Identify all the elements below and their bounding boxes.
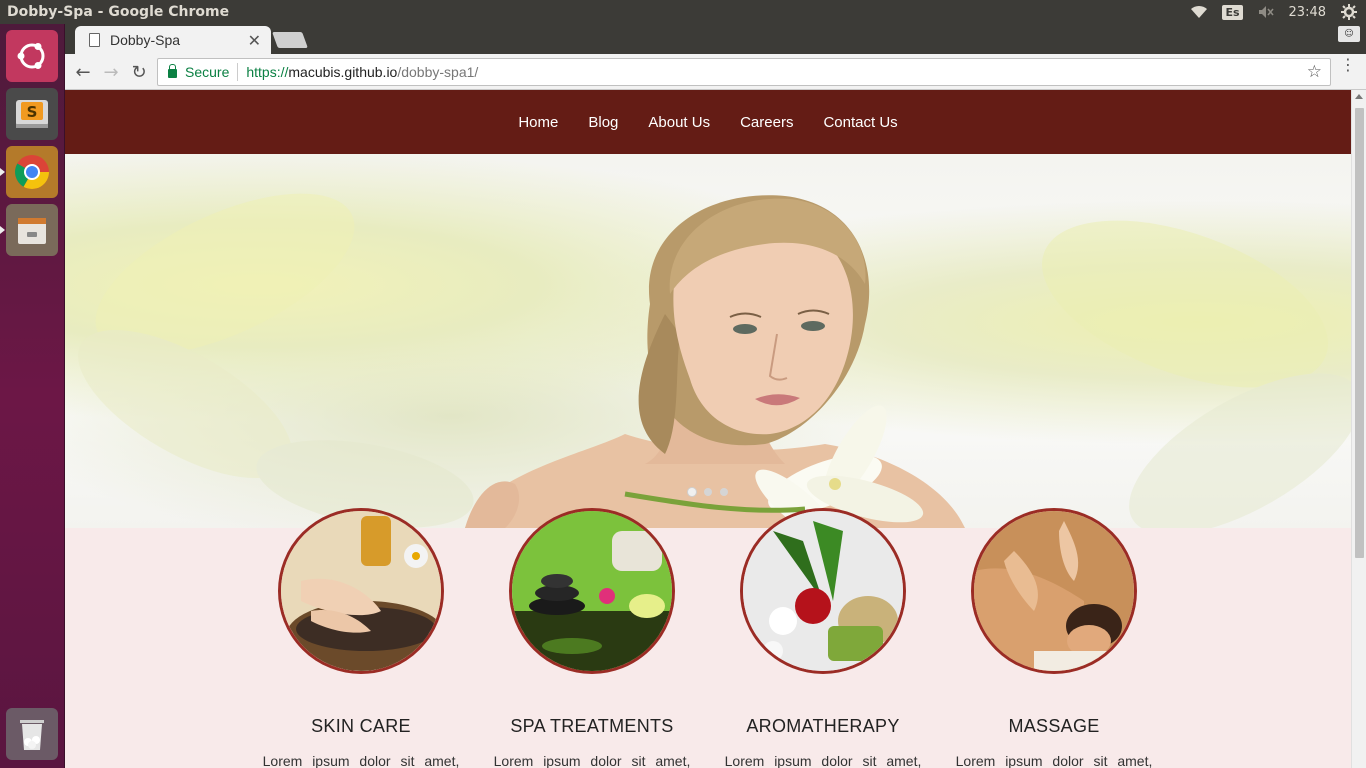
url-scheme: https://	[246, 64, 289, 80]
profile-icon[interactable]: ☺	[1338, 26, 1360, 42]
reload-icon[interactable]: ↻	[127, 60, 151, 84]
service-massage: MASSAGE Lorem ipsum dolor sit amet,	[954, 508, 1154, 768]
nav-about-us[interactable]: About Us	[648, 114, 710, 131]
page-scrollbar[interactable]	[1351, 90, 1366, 768]
new-tab-button[interactable]	[272, 32, 308, 48]
trash-icon[interactable]	[6, 708, 58, 760]
page-viewport: Home Blog About Us Careers Contact Us SK…	[65, 90, 1366, 768]
url-host: macubis.github.io	[288, 64, 398, 80]
ubuntu-dash-icon[interactable]	[6, 30, 58, 82]
tab-title: Dobby-Spa	[110, 32, 181, 48]
scrollbar-thumb[interactable]	[1355, 108, 1364, 558]
nav-careers[interactable]: Careers	[740, 114, 793, 131]
running-indicator	[0, 226, 5, 234]
carousel-dot[interactable]	[704, 488, 712, 496]
browser-tab[interactable]: Dobby-Spa ✕	[75, 26, 271, 54]
system-top-panel: Dobby-Spa - Google Chrome Es 23:48	[0, 0, 1366, 24]
service-skin-care: SKIN CARE Lorem ipsum dolor sit amet,	[261, 508, 461, 768]
service-image-skin-care[interactable]	[278, 508, 444, 674]
sublime-text-icon[interactable]: S	[6, 88, 58, 140]
nav-contact-us[interactable]: Contact Us	[823, 114, 897, 131]
forward-arrow-icon[interactable]: →	[99, 60, 123, 84]
service-aromatherapy: AROMATHERAPY Lorem ipsum dolor sit amet,	[723, 508, 923, 768]
service-description: Lorem ipsum dolor sit amet,	[493, 753, 691, 768]
hero-carousel	[65, 154, 1351, 528]
carousel-dot[interactable]	[688, 488, 696, 496]
gear-icon[interactable]	[1340, 4, 1358, 20]
nav-home[interactable]: Home	[518, 114, 558, 131]
browser-window: Dobby-Spa ✕ ☺ ← → ↻ Secure https:// macu…	[65, 24, 1366, 768]
svg-text:S: S	[27, 103, 38, 121]
browser-toolbar: ← → ↻ Secure https:// macubis.github.io …	[65, 54, 1366, 90]
unity-launcher: S	[0, 24, 65, 768]
keyboard-layout-indicator[interactable]: Es	[1222, 4, 1243, 20]
service-image-aromatherapy[interactable]	[740, 508, 906, 674]
service-description: Lorem ipsum dolor sit amet,	[955, 753, 1153, 768]
services-section: SKIN CARE Lorem ipsum dolor sit amet, SP…	[65, 508, 1351, 768]
running-indicator	[0, 168, 5, 176]
service-description: Lorem ipsum dolor sit amet,	[262, 753, 460, 768]
service-image-spa-treatments[interactable]	[509, 508, 675, 674]
hero-image	[78, 193, 1351, 528]
volume-muted-icon[interactable]	[1257, 4, 1275, 20]
clock[interactable]: 23:48	[1289, 5, 1326, 20]
window-title: Dobby-Spa - Google Chrome	[7, 4, 230, 20]
divider	[237, 63, 239, 81]
back-arrow-icon[interactable]: ←	[71, 60, 95, 84]
file-manager-icon[interactable]	[6, 204, 58, 256]
url-path: /dobby-spa1/	[397, 64, 479, 80]
wifi-icon[interactable]	[1190, 4, 1208, 20]
lock-icon	[168, 64, 177, 78]
secure-label: Secure	[185, 64, 230, 80]
service-spa-treatments: SPA TREATMENTS Lorem ipsum dolor sit ame…	[492, 508, 692, 768]
service-description: Lorem ipsum dolor sit amet,	[724, 753, 922, 768]
nav-blog[interactable]: Blog	[588, 114, 618, 131]
menu-dots-icon[interactable]: ⋮	[1340, 57, 1356, 73]
close-tab-icon[interactable]: ✕	[248, 31, 261, 51]
service-title: SPA TREATMENTS	[510, 716, 674, 736]
chrome-icon[interactable]	[6, 146, 58, 198]
service-image-massage[interactable]	[971, 508, 1137, 674]
service-title: AROMATHERAPY	[746, 716, 900, 736]
bookmark-star-icon[interactable]: ☆	[1307, 62, 1322, 82]
tab-strip: Dobby-Spa ✕ ☺	[65, 24, 1366, 54]
service-title: MASSAGE	[1008, 716, 1100, 736]
page-icon	[89, 33, 100, 47]
site-nav: Home Blog About Us Careers Contact Us	[65, 90, 1351, 154]
carousel-dot[interactable]	[720, 488, 728, 496]
address-bar[interactable]: Secure https:// macubis.github.io /dobby…	[157, 58, 1331, 86]
service-title: SKIN CARE	[311, 716, 411, 736]
scroll-up-arrow-icon[interactable]	[1355, 94, 1363, 99]
system-tray: Es 23:48	[1190, 0, 1358, 24]
carousel-indicators	[688, 488, 728, 496]
